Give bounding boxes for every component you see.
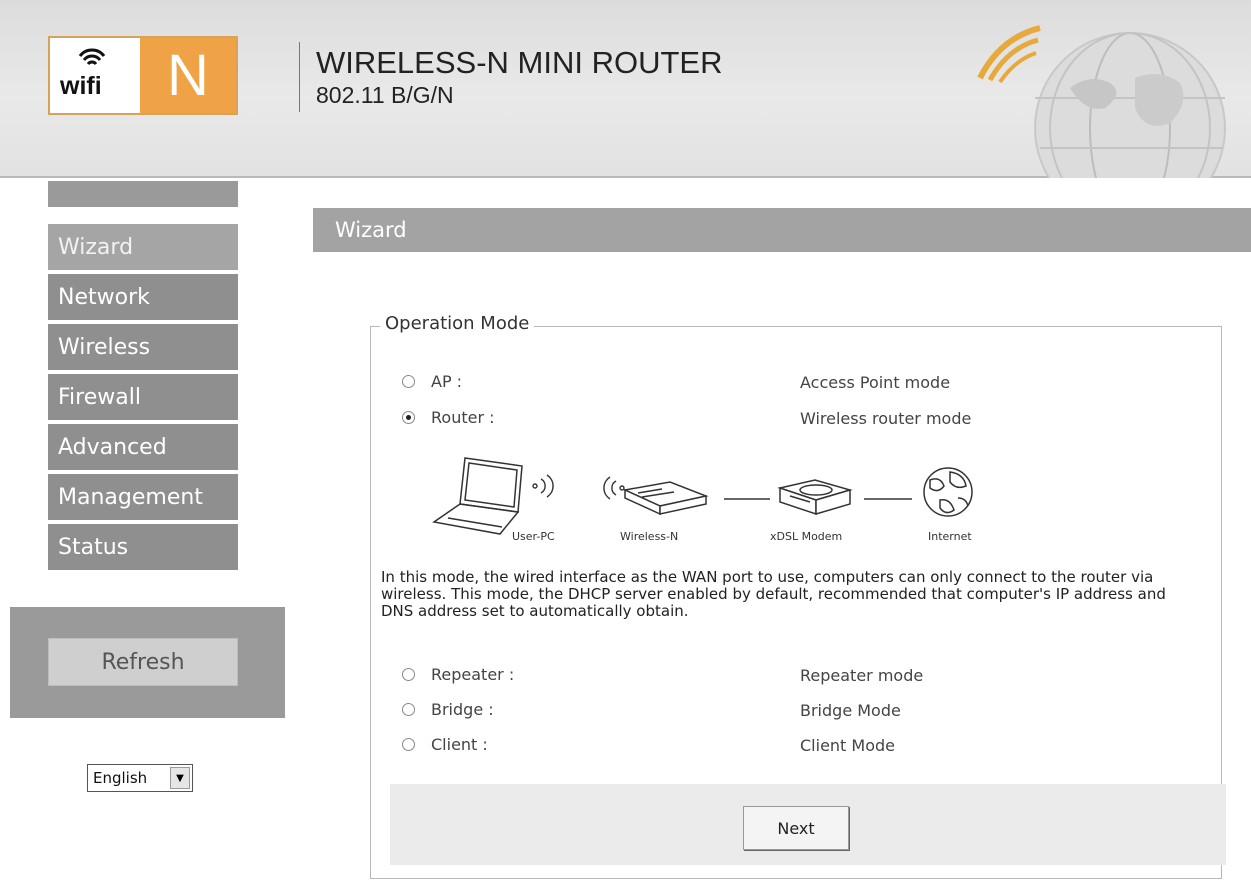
- sidebar-item-wizard[interactable]: Wizard: [48, 224, 238, 270]
- radio-repeater[interactable]: [402, 668, 415, 681]
- mode-desc-bridge: Bridge Mode: [800, 701, 901, 720]
- globe-icon: [977, 25, 1226, 178]
- sidebar-item-firewall[interactable]: Firewall: [48, 374, 238, 420]
- page-title-text: Wizard: [335, 218, 407, 242]
- language-selected-value: English: [93, 769, 148, 787]
- radio-bridge[interactable]: [402, 703, 415, 716]
- next-button[interactable]: Next: [743, 806, 849, 850]
- radio-client[interactable]: [402, 738, 415, 751]
- mode-row-repeater: Repeater :: [402, 665, 514, 684]
- mode-row-client: Client :: [402, 735, 488, 754]
- diagram-label-user-pc: User-PC: [512, 530, 555, 543]
- diagram-label-xdsl-modem: xDSL Modem: [770, 530, 843, 543]
- wifi-logo-text: wifi: [60, 72, 102, 100]
- refresh-button[interactable]: Refresh: [48, 638, 238, 686]
- title-divider: [299, 42, 300, 112]
- sidebar-item-management[interactable]: Management: [48, 474, 238, 520]
- modem-icon: [777, 479, 853, 516]
- product-subtitle: 802.11 B/G/N: [316, 82, 454, 108]
- diagram-label-wireless-n: Wireless-N: [620, 530, 679, 543]
- network-diagram: User-PC Wireless-N xDSL Modem Internet: [430, 452, 1000, 548]
- router-mode-explanation: In this mode, the wired interface as the…: [381, 568, 1166, 620]
- internet-globe-icon: [923, 467, 973, 517]
- sidebar-item-wireless[interactable]: Wireless: [48, 324, 238, 370]
- logo-n-letter: N: [140, 38, 236, 113]
- laptop-icon: [432, 457, 523, 535]
- mode-desc-ap: Access Point mode: [800, 373, 951, 392]
- mode-row-ap: AP :: [402, 372, 462, 391]
- mode-desc-router: Wireless router mode: [800, 409, 972, 428]
- radio-ap[interactable]: [402, 375, 415, 388]
- mode-desc-repeater: Repeater mode: [800, 666, 924, 685]
- wifi-logo: wifi: [50, 38, 140, 113]
- header-banner: wifi N WIRELESS-N MINI ROUTER 802.11 B/G…: [0, 0, 1251, 178]
- sidebar-header-block: [48, 181, 238, 207]
- mode-label-bridge: Bridge :: [431, 700, 494, 719]
- product-title: WIRELESS-N MINI ROUTER: [316, 45, 723, 80]
- diagram-label-internet: Internet: [928, 530, 972, 543]
- router-icon: [622, 481, 709, 516]
- mode-label-ap: AP :: [431, 372, 463, 391]
- page-title: Wizard: [313, 208, 1251, 252]
- mode-row-router: Router :: [402, 408, 495, 427]
- wifi-n-logo: wifi N: [48, 36, 238, 115]
- wifi-signal-icon: [78, 48, 106, 66]
- sidebar-item-status[interactable]: Status: [48, 524, 238, 570]
- sidebar-item-network[interactable]: Network: [48, 274, 238, 320]
- radio-router[interactable]: [402, 411, 415, 424]
- mode-label-repeater: Repeater :: [431, 665, 515, 684]
- mode-desc-client: Client Mode: [800, 736, 895, 755]
- language-select[interactable]: English ▼: [87, 764, 193, 792]
- wireless-signal-icon: [532, 474, 625, 500]
- mode-row-bridge: Bridge :: [402, 700, 494, 719]
- operation-mode-legend: Operation Mode: [380, 313, 535, 334]
- dropdown-arrow-icon[interactable]: ▼: [170, 767, 190, 789]
- mode-label-client: Client :: [431, 735, 488, 754]
- mode-label-router: Router :: [431, 408, 495, 427]
- sidebar-item-advanced[interactable]: Advanced: [48, 424, 238, 470]
